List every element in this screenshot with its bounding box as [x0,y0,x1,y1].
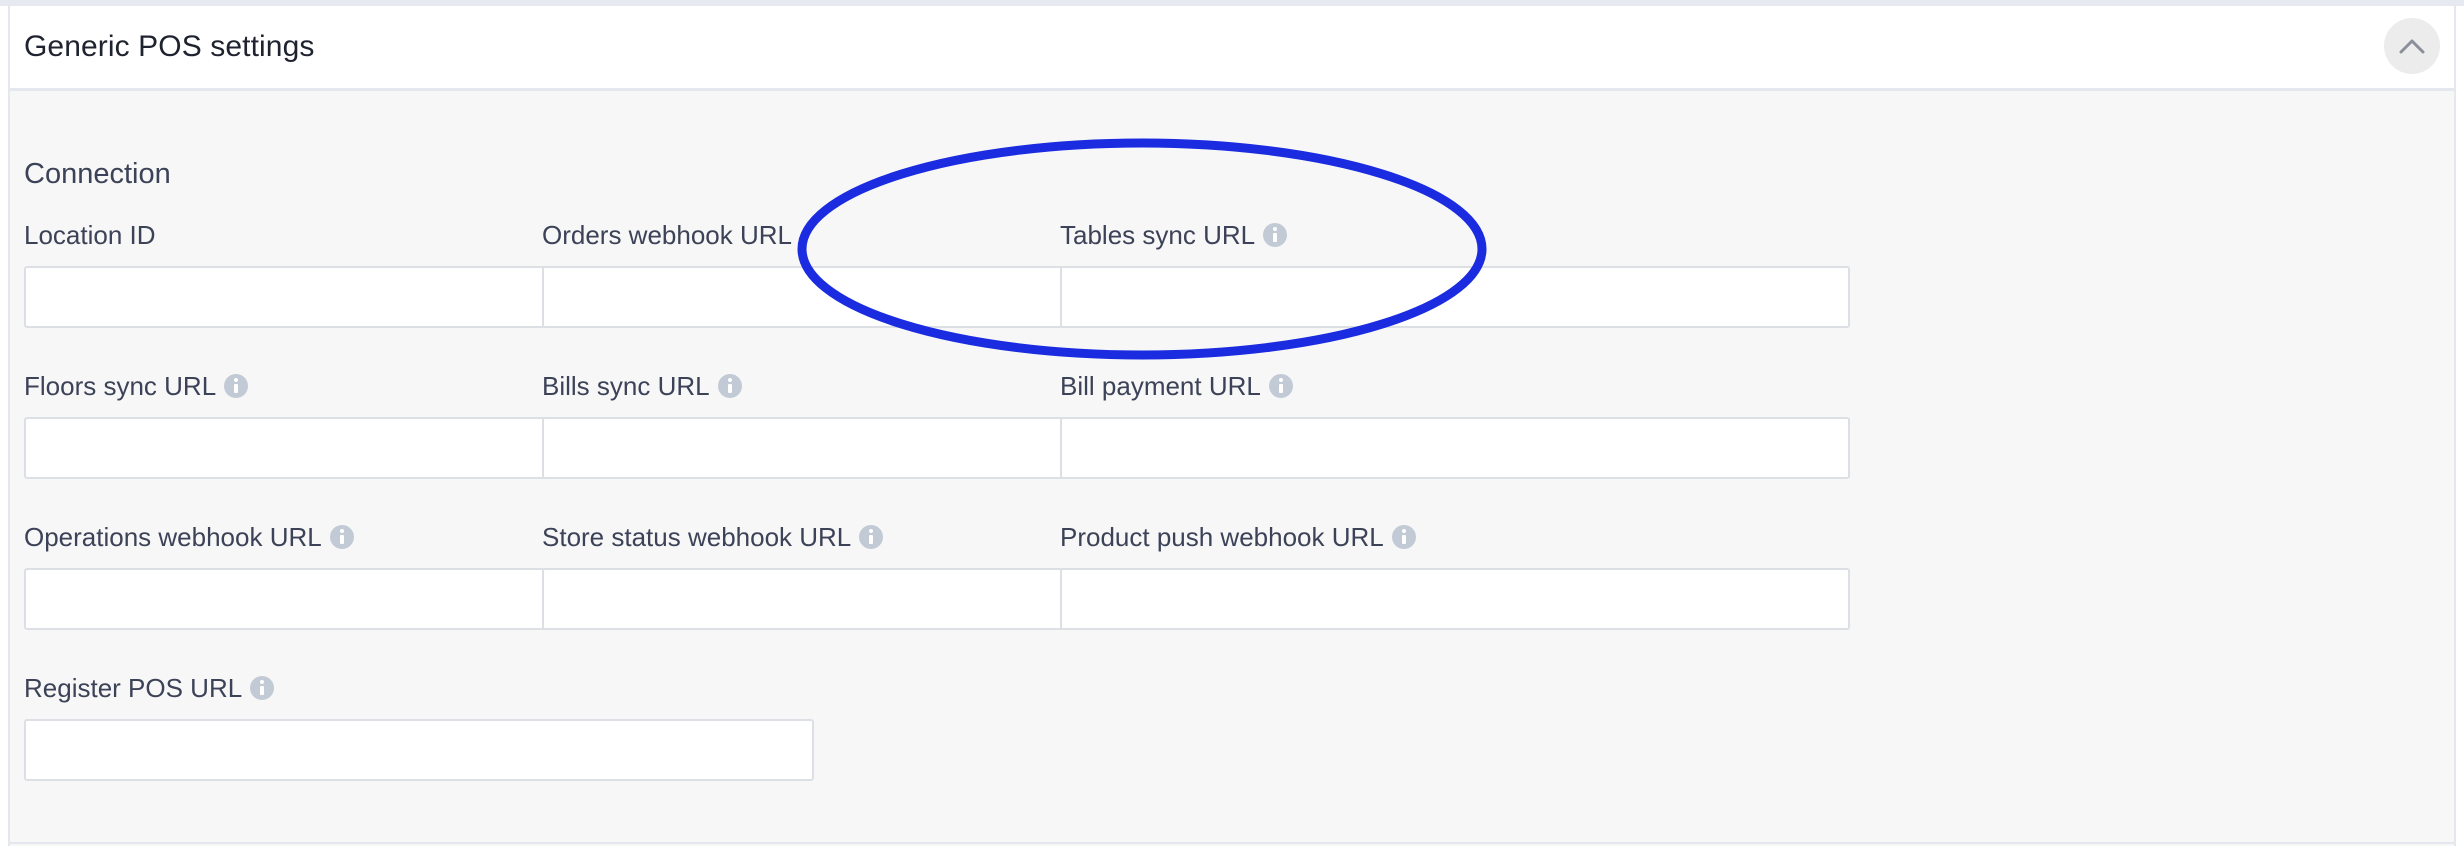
info-icon[interactable] [329,525,354,549]
info-icon[interactable] [1268,374,1293,398]
info-icon[interactable] [224,374,249,398]
generic-pos-settings-panel: Generic POS settings Connection Location… [8,6,2456,846]
store-status-webhook-url-label: Store status webhook URL [542,521,852,552]
info-icon[interactable] [859,525,884,549]
info-icon[interactable] [717,374,742,398]
bill-payment-url-label: Bill payment URL [1060,370,1261,401]
panel-header[interactable]: Generic POS settings [10,6,2454,91]
info-icon[interactable] [1263,223,1288,247]
collapse-button[interactable] [2384,18,2440,74]
product-push-webhook-url-label: Product push webhook URL [1060,521,1384,552]
operations-webhook-url-label: Operations webhook URL [24,521,322,552]
tables-sync-url-input[interactable] [1060,266,1850,328]
field-label: Register POS URL [24,673,814,703]
orders-webhook-url-label: Orders webhook URL [542,219,792,250]
chevron-up-icon [2399,39,2425,54]
section-title-connection: Connection [24,158,171,190]
register-pos-url-label: Register POS URL [24,672,243,703]
field-label: Bill payment URL [1060,371,1850,401]
field-product-push-webhook-url: Product push webhook URL [1060,522,1850,630]
tables-sync-url-label: Tables sync URL [1060,219,1256,250]
field-label: Product push webhook URL [1060,522,1850,552]
floors-sync-url-label: Floors sync URL [24,370,217,401]
panel-title: Generic POS settings [24,30,315,63]
section-divider [10,842,2454,844]
register-pos-url-input[interactable] [24,719,814,781]
product-push-webhook-url-input[interactable] [1060,568,1850,630]
field-register-pos-url: Register POS URL [24,673,814,781]
field-label: Tables sync URL [1060,220,1850,250]
bills-sync-url-label: Bills sync URL [542,370,710,401]
info-icon[interactable] [250,676,275,700]
field-tables-sync-url: Tables sync URL [1060,220,1850,328]
location-id-label: Location ID [24,219,156,250]
bill-payment-url-input[interactable] [1060,417,1850,479]
info-icon[interactable] [1391,525,1416,549]
field-bill-payment-url: Bill payment URL [1060,371,1850,479]
